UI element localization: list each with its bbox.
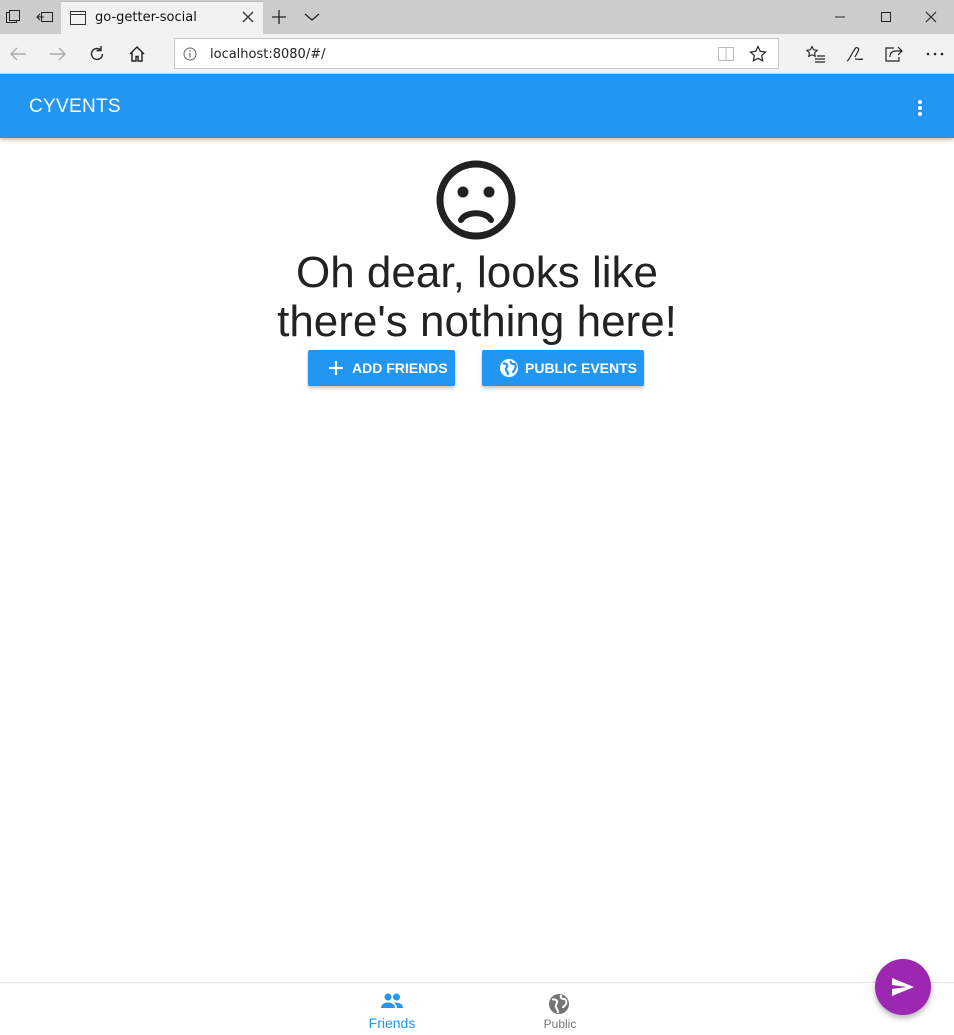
empty-state-line-1: Oh dear, looks like bbox=[296, 248, 658, 297]
bottom-nav-public-label: Public bbox=[543, 1017, 577, 1031]
app-toolbar: CYVENTS bbox=[0, 74, 954, 138]
close-tab-icon[interactable] bbox=[241, 10, 255, 29]
browser-address-bar: localhost:8080/#/ bbox=[0, 34, 954, 74]
back-arrow-icon[interactable] bbox=[6, 42, 30, 66]
app-title[interactable]: CYVENTS bbox=[29, 96, 121, 118]
public-events-label: PUBLIC EVENTS bbox=[525, 360, 638, 376]
forward-arrow-icon[interactable] bbox=[46, 42, 70, 66]
tab-manager-icon[interactable] bbox=[1, 5, 25, 29]
close-window-icon[interactable] bbox=[908, 0, 954, 34]
send-icon bbox=[891, 977, 915, 997]
tab-preview-chevron-icon[interactable] bbox=[300, 5, 324, 29]
tab-title: go-getter-social bbox=[95, 10, 197, 25]
overflow-menu-icon[interactable] bbox=[906, 94, 934, 122]
more-options-icon[interactable] bbox=[923, 42, 947, 66]
refresh-icon[interactable] bbox=[85, 42, 109, 66]
send-fab-button[interactable] bbox=[875, 959, 931, 1015]
page-icon bbox=[70, 11, 86, 30]
url-text: localhost:8080/#/ bbox=[210, 47, 326, 62]
new-tab-icon[interactable] bbox=[267, 5, 291, 29]
bottom-nav-friends[interactable]: Friends bbox=[337, 983, 447, 1035]
browser-tab-strip: go-getter-social bbox=[0, 0, 954, 34]
bottom-navigation: Friends Public bbox=[0, 982, 954, 1034]
sentiment-dissatisfied-icon bbox=[435, 159, 517, 246]
tab-go-getter-social[interactable]: go-getter-social bbox=[61, 1, 263, 34]
share-icon[interactable] bbox=[882, 42, 906, 66]
favorites-list-icon[interactable] bbox=[804, 42, 828, 66]
reading-view-icon[interactable] bbox=[718, 47, 734, 66]
url-field[interactable]: localhost:8080/#/ bbox=[174, 38, 779, 69]
globe-icon bbox=[499, 358, 519, 378]
maximize-icon[interactable] bbox=[863, 0, 909, 34]
add-friends-button[interactable]: ADD FRIENDS bbox=[308, 350, 455, 386]
home-icon[interactable] bbox=[125, 42, 149, 66]
pen-notes-icon[interactable] bbox=[843, 42, 867, 66]
add-friends-label: ADD FRIENDS bbox=[352, 360, 448, 376]
site-info-icon[interactable] bbox=[183, 47, 197, 66]
plus-icon bbox=[326, 358, 346, 378]
empty-state-message: Oh dear, looks like there's nothing here… bbox=[0, 248, 954, 346]
globe-icon bbox=[548, 993, 570, 1020]
set-aside-tabs-icon[interactable] bbox=[33, 5, 57, 29]
bottom-nav-public[interactable]: Public bbox=[505, 983, 615, 1035]
favorite-star-icon[interactable] bbox=[749, 45, 767, 68]
public-events-button[interactable]: PUBLIC EVENTS bbox=[482, 350, 644, 386]
people-icon bbox=[380, 993, 404, 1014]
minimize-icon[interactable] bbox=[817, 0, 863, 34]
bottom-nav-friends-label: Friends bbox=[368, 1015, 416, 1031]
empty-state-line-2: there's nothing here! bbox=[277, 297, 677, 346]
